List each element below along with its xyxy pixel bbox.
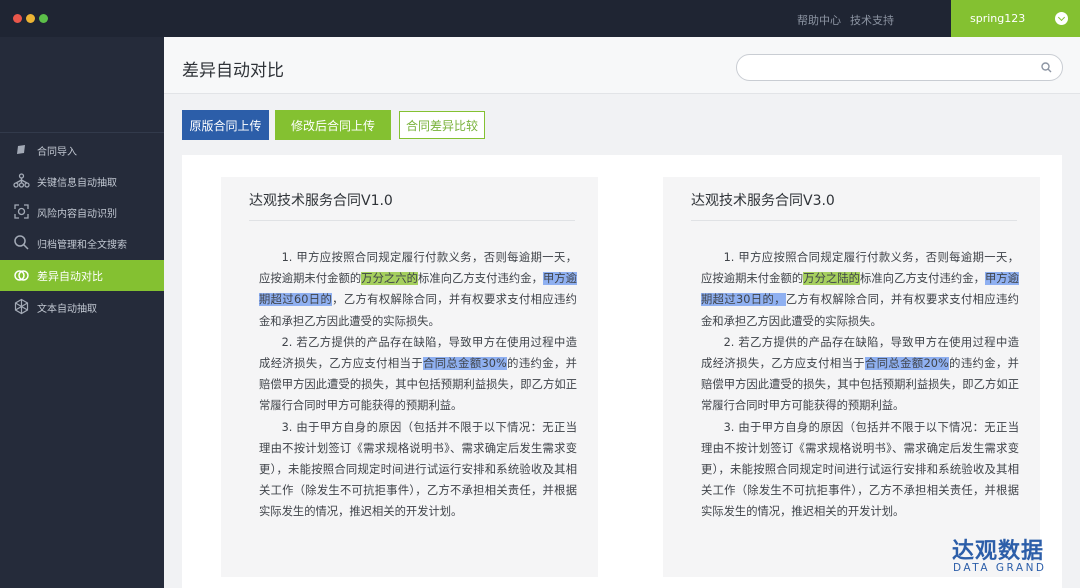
diff-highlight-changed: 万分之陆的 — [803, 272, 861, 286]
search-box[interactable] — [736, 54, 1063, 81]
main-content: 差异自动对比 原版合同上传 修改后合同上传 合同差异比较 达观技术服务合同V1.… — [164, 37, 1080, 588]
sidebar-item-label: 差异自动对比 — [37, 270, 103, 283]
contract-clause: 2. 若乙方提供的产品存在缺陷，导致甲方在使用过程中造成经济损失，乙方应支付相当… — [259, 332, 577, 417]
page-title: 差异自动对比 — [182, 61, 284, 81]
sidebar-item-label: 关键信息自动抽取 — [37, 178, 117, 189]
contract-clause: 2. 若乙方提供的产品存在缺陷，导致甲方在使用过程中造成经济损失，乙方应支付相当… — [701, 332, 1019, 417]
sidebar-item-text-extraction[interactable]: 文本自动抽取 — [0, 291, 164, 322]
sidebar-item-risk-recognition[interactable]: 风险内容自动识别 — [0, 196, 164, 227]
document-original: 达观技术服务合同V1.0 1. 甲方应按照合同规定履行付款义务，否则每逾期一天，… — [221, 177, 598, 577]
document-divider — [691, 220, 1017, 221]
sidebar-item-label: 文本自动抽取 — [37, 304, 97, 315]
logo-text-cn: 达观数据 — [952, 539, 1045, 564]
sidebar-item-key-info-extraction[interactable]: 关键信息自动抽取 — [0, 165, 164, 196]
title-bar: 帮助中心 技术支持 spring123 — [0, 0, 1080, 37]
diff-highlight-changed: 万分之六的 — [361, 272, 419, 286]
search-icon — [13, 234, 30, 251]
user-menu[interactable]: spring123 — [951, 0, 1080, 37]
chevron-down-icon — [1055, 12, 1068, 25]
clause-text: 3. 由于甲方自身的原因（包括并不限于以下情况：无正当理由不按计划签订《需求规格… — [701, 420, 1019, 519]
contract-clause: 3. 由于甲方自身的原因（包括并不限于以下情况：无正当理由不按计划签订《需求规格… — [259, 417, 577, 523]
sidebar-item-archive-search[interactable]: 归档管理和全文搜索 — [0, 227, 164, 258]
sidebar-item-label: 归档管理和全文搜索 — [37, 240, 127, 251]
contract-clause: 3. 由于甲方自身的原因（包括并不限于以下情况：无正当理由不按计划签订《需求规格… — [701, 417, 1019, 523]
window-close-button[interactable] — [13, 14, 22, 23]
user-name: spring123 — [970, 12, 1026, 25]
search-input[interactable] — [749, 59, 1029, 76]
sidebar-item-contract-import[interactable]: 合同导入 — [0, 134, 164, 165]
document-title: 达观技术服务合同V1.0 — [249, 193, 393, 209]
logo-text-en: DATA GRAND — [953, 562, 1047, 574]
document-body: 1. 甲方应按照合同规定履行付款义务，否则每逾期一天，应按逾期未付金额的万分之六… — [259, 247, 577, 523]
document-title: 达观技术服务合同V3.0 — [691, 193, 835, 209]
datagrand-logo: 达观数据 DATA GRAND — [952, 533, 1064, 577]
search-icon[interactable] — [1041, 62, 1052, 73]
book-icon — [13, 141, 30, 158]
sidebar-item-diff-compare[interactable]: 差异自动对比 — [0, 260, 164, 291]
contract-clause: 1. 甲方应按照合同规定履行付款义务，否则每逾期一天，应按逾期未付金额的万分之陆… — [701, 247, 1019, 332]
comparison-panel: 达观技术服务合同V1.0 1. 甲方应按照合同规定履行付款义务，否则每逾期一天，… — [182, 155, 1062, 588]
compare-contracts-button[interactable]: 合同差异比较 — [399, 111, 485, 139]
diff-highlight-modified: 合同总金额30% — [423, 357, 507, 371]
help-center-link[interactable]: 帮助中心 — [797, 12, 841, 28]
network-icon — [13, 298, 30, 315]
window-minimize-button[interactable] — [26, 14, 35, 23]
hierarchy-icon — [13, 172, 30, 189]
page-header: 差异自动对比 — [164, 37, 1080, 94]
sidebar-item-label: 风险内容自动识别 — [37, 209, 117, 220]
sidebar: 合同导入 关键信息自动抽取 风险内容自动识别 归档管理和全文搜索 差异自动对比 … — [0, 37, 164, 588]
clause-text: 标准向乙方支付违约金， — [418, 272, 543, 286]
tech-support-link[interactable]: 技术支持 — [850, 12, 894, 28]
document-divider — [249, 220, 575, 221]
diff-highlight-modified: 合同总金额20% — [865, 357, 949, 371]
upload-original-contract-button[interactable]: 原版合同上传 — [182, 110, 269, 140]
contract-clause: 1. 甲方应按照合同规定履行付款义务，否则每逾期一天，应按逾期未付金额的万分之六… — [259, 247, 577, 332]
upload-modified-contract-button[interactable]: 修改后合同上传 — [275, 110, 391, 140]
document-body: 1. 甲方应按照合同规定履行付款义务，否则每逾期一天，应按逾期未付金额的万分之陆… — [701, 247, 1019, 523]
scan-icon — [13, 203, 30, 220]
document-modified: 达观技术服务合同V3.0 1. 甲方应按照合同规定履行付款义务，否则每逾期一天，… — [663, 177, 1040, 577]
window-zoom-button[interactable] — [39, 14, 48, 23]
compare-circles-icon — [13, 267, 30, 284]
sidebar-divider — [0, 132, 164, 133]
clause-text: 3. 由于甲方自身的原因（包括并不限于以下情况：无正当理由不按计划签订《需求规格… — [259, 420, 577, 519]
clause-text: 标准向乙方支付违约金， — [860, 272, 985, 286]
sidebar-item-label: 合同导入 — [37, 147, 77, 158]
